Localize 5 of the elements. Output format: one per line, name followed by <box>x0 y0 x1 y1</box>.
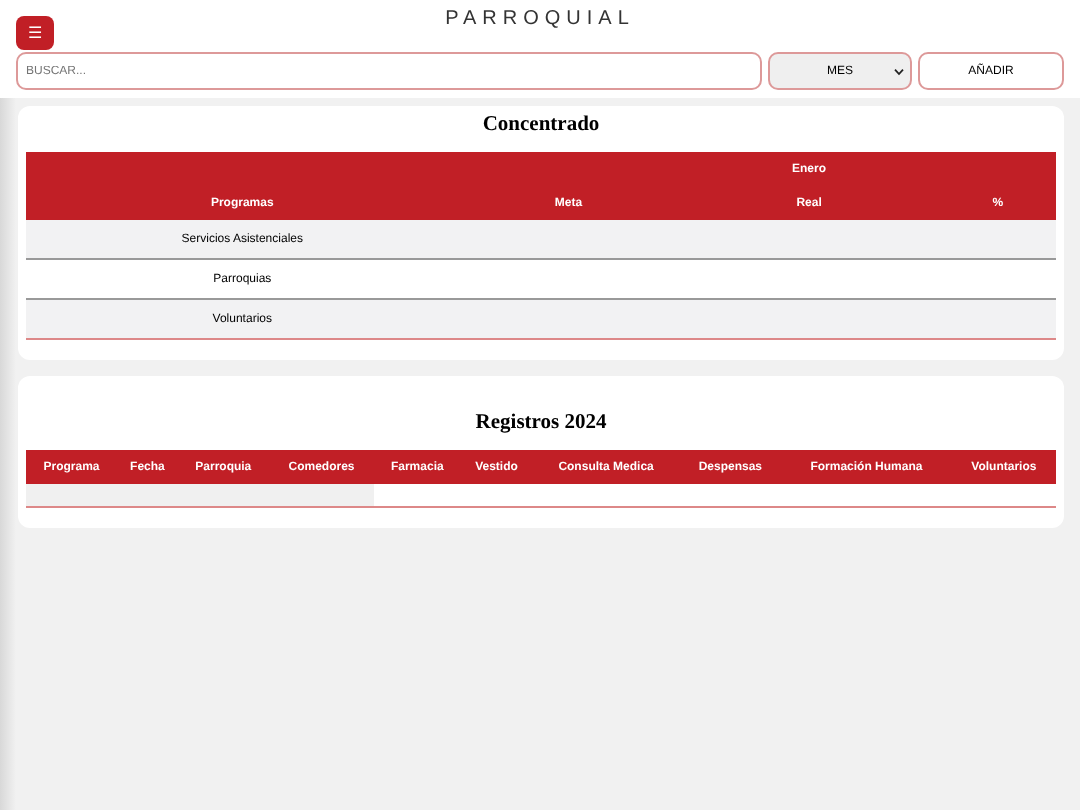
chevron-down-icon <box>894 68 904 76</box>
card-title: Concentrado <box>480 114 602 136</box>
menu-button[interactable]: ☰ <box>16 16 54 50</box>
app-title: PARROQUIAL <box>445 8 635 34</box>
card-title: Registros 2024 <box>473 412 609 434</box>
